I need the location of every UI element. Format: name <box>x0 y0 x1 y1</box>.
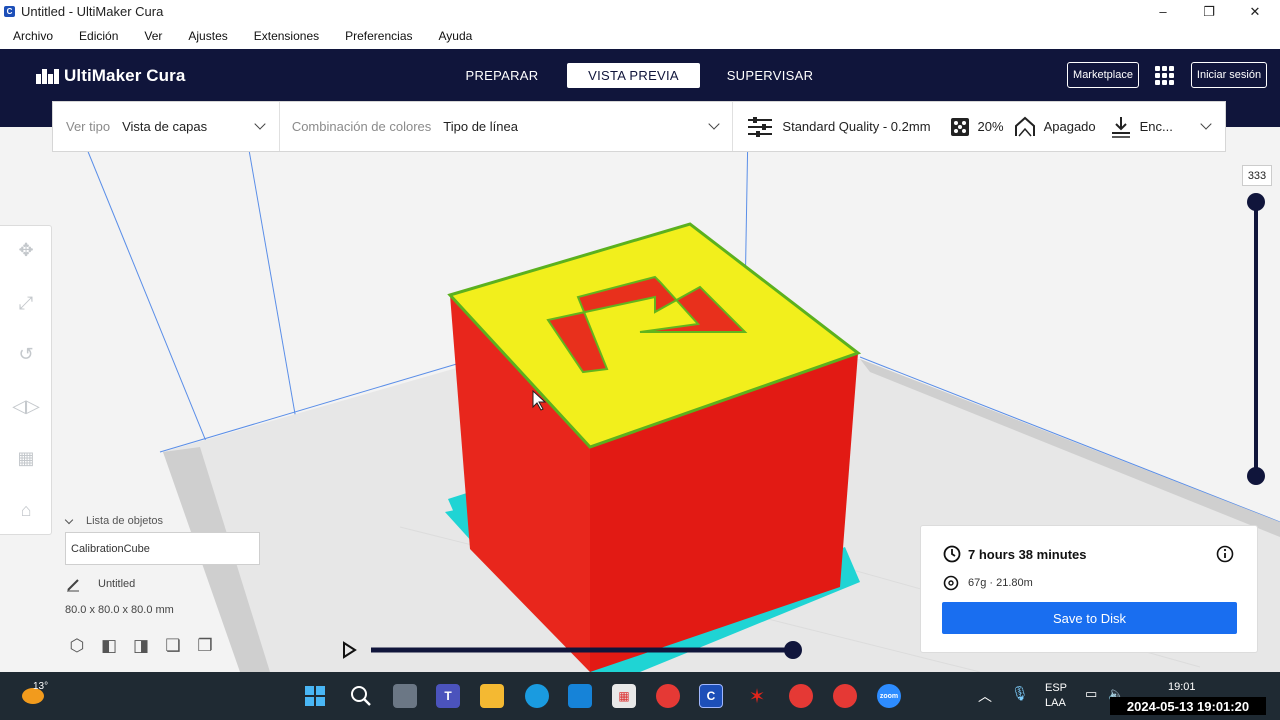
keyboard-layout: LAA <box>1045 697 1066 709</box>
clock-time[interactable]: 19:01 <box>1168 681 1196 693</box>
scale-tool-icon[interactable]: ⤢ <box>14 291 38 315</box>
top-view-icon[interactable]: ◨ <box>130 635 152 657</box>
chevron-down-icon <box>708 118 720 130</box>
layer-slider: 333 <box>1240 165 1272 490</box>
recording-timestamp: 2024-05-13 19:01:20 <box>1110 697 1266 715</box>
transform-tools-panel: ✥ ⤢ ↺ ◁▷ ▦ ⌂ <box>0 225 52 535</box>
app-star-icon[interactable]: ✶ <box>745 684 769 708</box>
color-scheme-dropdown[interactable]: Combinación de colores Tipo de línea <box>280 102 734 151</box>
apps-grid-icon[interactable] <box>1155 66 1174 85</box>
filament-spool-icon <box>943 575 959 591</box>
logo-text: UltiMaker Cura <box>64 66 186 85</box>
pencil-icon[interactable] <box>66 578 80 592</box>
start-menu-icon[interactable] <box>303 684 327 708</box>
print-estimate-panel: 7 hours 38 minutes 67g · 21.80m Save to … <box>920 525 1258 653</box>
ultimaker-logo: UltiMaker Cura <box>36 66 185 86</box>
microphone-icon[interactable]: 🎙 <box>1011 685 1029 702</box>
object-dimensions: 80.0 x 80.0 x 80.0 mm <box>65 604 174 616</box>
menu-archivo[interactable]: Archivo <box>13 29 53 43</box>
network-icon[interactable]: ▭ <box>1085 686 1097 702</box>
cura-taskbar-icon[interactable]: C <box>699 684 723 708</box>
adhesion-icon <box>1111 116 1130 138</box>
print-settings-summary[interactable]: Standard Quality - 0.2mm 20% Apagado Enc… <box>733 102 1225 151</box>
menu-ver[interactable]: Ver <box>144 29 162 43</box>
weather-temp: 13° <box>33 681 49 692</box>
per-model-settings-icon[interactable]: ▦ <box>14 446 38 470</box>
close-button[interactable]: ✕ <box>1232 0 1278 23</box>
infill-value: 20% <box>977 119 1004 134</box>
zoom-icon[interactable]: zoom <box>877 684 901 708</box>
adhesion-value: Enc... <box>1139 119 1173 134</box>
menu-bar: Archivo Edición Ver Ajustes Extensiones … <box>0 23 1280 49</box>
maximize-button[interactable]: ❐ <box>1186 0 1232 23</box>
quality-profile: Standard Quality - 0.2mm <box>782 119 931 134</box>
color-scheme-value: Tipo de línea <box>443 119 518 134</box>
support-blocker-icon[interactable]: ⌂ <box>14 498 38 522</box>
chrome-profile-2-icon[interactable] <box>833 684 857 708</box>
object-list-title: Lista de objetos <box>86 515 164 527</box>
save-to-disk-button[interactable]: Save to Disk <box>942 602 1237 634</box>
view-type-dropdown[interactable]: Ver tipo Vista de capas <box>53 102 280 151</box>
tab-supervisar[interactable]: SUPERVISAR <box>722 63 818 88</box>
move-tool-icon[interactable]: ✥ <box>14 238 38 262</box>
window-title: Untitled - UltiMaker Cura <box>21 4 164 19</box>
layer-slider-bottom-handle[interactable] <box>1247 467 1265 485</box>
preview-toolbar: Ver tipo Vista de capas Combinación de c… <box>52 101 1226 152</box>
ms-store-icon[interactable]: ▦ <box>612 684 636 708</box>
layer-number-box[interactable]: 333 <box>1242 165 1272 186</box>
chrome-icon[interactable] <box>656 684 680 708</box>
color-scheme-label: Combinación de colores <box>291 119 432 134</box>
menu-preferencias[interactable]: Preferencias <box>345 29 412 43</box>
chrome-profile-icon[interactable] <box>789 684 813 708</box>
info-icon[interactable] <box>1216 545 1234 563</box>
edge-icon[interactable] <box>525 684 549 708</box>
project-name: Untitled <box>98 578 136 590</box>
chevron-down-icon <box>1200 118 1213 130</box>
object-list-item[interactable]: CalibrationCube <box>65 532 260 565</box>
menu-ajustes[interactable]: Ajustes <box>188 29 227 43</box>
window-titlebar: C Untitled - UltiMaker Cura <box>0 0 1280 23</box>
support-value: Apagado <box>1043 119 1096 134</box>
windows-taskbar: 13° T ▦ C ✶ zoom ︿ 🎙 ESP LAA ▭ 🔈 19:01 2… <box>0 672 1280 720</box>
print-time: 7 hours 38 minutes <box>968 547 1087 562</box>
tray-chevron-up-icon[interactable]: ︿ <box>978 686 992 706</box>
layer-simulation-bar <box>340 640 810 660</box>
store-icon[interactable] <box>568 684 592 708</box>
cura-app-icon: C <box>4 6 15 17</box>
object-list-header[interactable]: Lista de objetos <box>64 515 164 527</box>
view-type-label: Ver tipo <box>66 119 111 134</box>
search-icon[interactable] <box>349 684 373 708</box>
view-type-value: Vista de capas <box>122 119 208 134</box>
menu-edicion[interactable]: Edición <box>79 29 118 43</box>
camera-view-buttons: ⬡ ◧ ◨ ❏ ❐ <box>66 635 226 657</box>
minimize-button[interactable]: – <box>1140 0 1186 23</box>
file-explorer-icon[interactable] <box>480 684 504 708</box>
chevron-down-icon <box>254 118 266 130</box>
language-indicator[interactable]: ESP <box>1045 682 1067 694</box>
chevron-down-icon <box>64 515 74 524</box>
play-icon[interactable] <box>343 641 357 659</box>
tab-vista-previa[interactable]: VISTA PREVIA <box>567 63 700 88</box>
mirror-tool-icon[interactable]: ◁▷ <box>12 394 40 418</box>
left-view-icon[interactable]: ❏ <box>162 635 184 657</box>
path-slider-handle[interactable] <box>784 641 802 659</box>
menu-ayuda[interactable]: Ayuda <box>439 29 473 43</box>
3d-view-icon[interactable]: ⬡ <box>66 635 88 657</box>
settings-sliders-icon <box>748 116 773 137</box>
task-view-icon[interactable] <box>393 684 417 708</box>
infill-icon <box>950 117 969 136</box>
support-icon <box>1014 116 1035 136</box>
ultimaker-logo-icon <box>36 68 60 84</box>
signin-button[interactable]: Iniciar sesión <box>1191 62 1267 88</box>
marketplace-button[interactable]: Marketplace <box>1067 62 1139 88</box>
teams-icon[interactable]: T <box>436 684 460 708</box>
menu-extensiones[interactable]: Extensiones <box>254 29 319 43</box>
tab-preparar[interactable]: PREPARAR <box>458 63 546 88</box>
material-usage: 67g · 21.80m <box>968 577 1033 589</box>
front-view-icon[interactable]: ◧ <box>98 635 120 657</box>
rotate-tool-icon[interactable]: ↺ <box>14 342 38 366</box>
layer-slider-top-handle[interactable] <box>1247 193 1265 211</box>
right-view-icon[interactable]: ❐ <box>194 635 216 657</box>
clock-icon <box>943 545 961 563</box>
